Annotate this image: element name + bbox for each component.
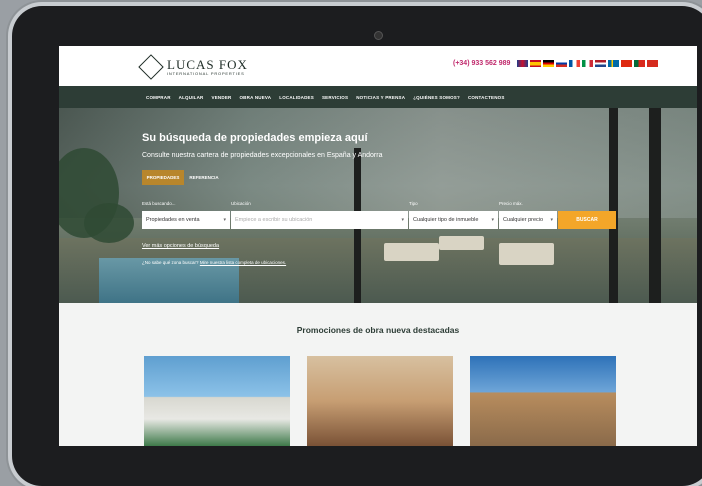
searching-select[interactable]: Propiedades en venta ▾	[142, 211, 230, 229]
flag-cn-icon[interactable]	[621, 60, 632, 67]
chevron-down-icon: ▾	[401, 217, 404, 223]
chevron-down-icon: ▾	[491, 217, 494, 223]
max-price-value: Cualquier precio	[503, 217, 544, 223]
label-searching: Está buscando...	[142, 201, 176, 206]
nav-quienes-somos[interactable]: ¿QUIÉNES SOMOS?	[413, 95, 460, 100]
flag-nl-icon[interactable]	[595, 60, 606, 67]
nav-obra-nueva[interactable]: OBRA NUEVA	[239, 95, 271, 100]
locations-list-link[interactable]: Mire nuestra lista completa de ubicacion…	[200, 260, 286, 265]
logo-tagline: INTERNATIONAL PROPERTIES	[167, 71, 245, 76]
flag-de-icon[interactable]	[543, 60, 554, 67]
main-nav: COMPRAR ALQUILAR VENDER OBRA NUEVA LOCAL…	[59, 86, 697, 108]
phone-number[interactable]: (+34) 933 562 989	[453, 60, 510, 67]
label-location: Ubicación	[231, 201, 251, 206]
webcam-icon	[374, 31, 383, 40]
hero-column	[609, 108, 618, 303]
flag-ru-icon[interactable]	[556, 60, 567, 67]
search-button[interactable]: BUSCAR	[558, 211, 616, 229]
nav-contacto[interactable]: CONTACTENOS	[468, 95, 505, 100]
type-value: Cualquier tipo de inmueble	[413, 217, 479, 223]
hero-sofa	[499, 243, 554, 265]
label-max-price: Precio máx.	[499, 201, 523, 206]
help-text: ¿No sabe qué zona buscar?	[142, 260, 199, 265]
flag-uk-icon[interactable]	[517, 60, 528, 67]
flag-es-icon[interactable]	[530, 60, 541, 67]
nav-noticias[interactable]: NOTICIAS Y PRENSA	[356, 95, 405, 100]
flag-se-icon[interactable]	[608, 60, 619, 67]
flag-ch-icon[interactable]	[647, 60, 658, 67]
promotion-card[interactable]	[144, 356, 290, 446]
location-input[interactable]: Empiece a escribir su ubicación ▾	[231, 211, 408, 229]
nav-localidades[interactable]: LOCALIDADES	[279, 95, 314, 100]
promotion-card[interactable]	[470, 356, 616, 446]
flag-it-icon[interactable]	[582, 60, 593, 67]
flag-pt-icon[interactable]	[634, 60, 645, 67]
site-header: LUCAS FOX INTERNATIONAL PROPERTIES (+34)…	[59, 46, 697, 86]
location-placeholder: Empiece a escribir su ubicación	[235, 217, 313, 223]
laptop-frame: LUCAS FOX INTERNATIONAL PROPERTIES (+34)…	[12, 6, 702, 486]
language-selector	[517, 60, 658, 67]
nav-alquilar[interactable]: ALQUILAR	[179, 95, 204, 100]
nav-comprar[interactable]: COMPRAR	[146, 95, 171, 100]
help-line: ¿No sabe qué zona buscar? Mire nuestra l…	[142, 260, 286, 265]
promotions-heading: Promociones de obra nueva destacadas	[296, 325, 460, 335]
promotion-card[interactable]	[307, 356, 453, 446]
hero-subtitle: Consulte nuestra cartera de propiedades …	[142, 152, 383, 159]
hero-sofa	[384, 243, 439, 261]
nav-servicios[interactable]: SERVICIOS	[322, 95, 348, 100]
nav-vender[interactable]: VENDER	[212, 95, 232, 100]
max-price-select[interactable]: Cualquier precio ▾	[499, 211, 557, 229]
hero-title: Su búsqueda de propiedades empieza aquí	[142, 132, 368, 144]
chevron-down-icon: ▾	[223, 217, 226, 223]
hero-sofa	[439, 236, 484, 250]
hero-banner: Su búsqueda de propiedades empieza aquí …	[59, 108, 697, 303]
hero-column	[649, 108, 661, 303]
hero-palm	[84, 203, 134, 243]
logo-icon[interactable]	[138, 54, 164, 80]
type-select[interactable]: Cualquier tipo de inmueble ▾	[409, 211, 498, 229]
label-type: Tipo	[409, 201, 418, 206]
tab-propiedades[interactable]: PROPIEDADES	[142, 170, 184, 185]
promotions-section: Promociones de obra nueva destacadas	[59, 303, 697, 446]
more-options-link[interactable]: Ver más opciones de búsqueda	[142, 243, 219, 249]
searching-value: Propiedades en venta	[146, 217, 200, 223]
browser-screen: LUCAS FOX INTERNATIONAL PROPERTIES (+34)…	[59, 46, 697, 446]
tab-referencia[interactable]: REFERENCIA	[187, 170, 221, 185]
flag-fr-icon[interactable]	[569, 60, 580, 67]
chevron-down-icon: ▾	[550, 217, 553, 223]
